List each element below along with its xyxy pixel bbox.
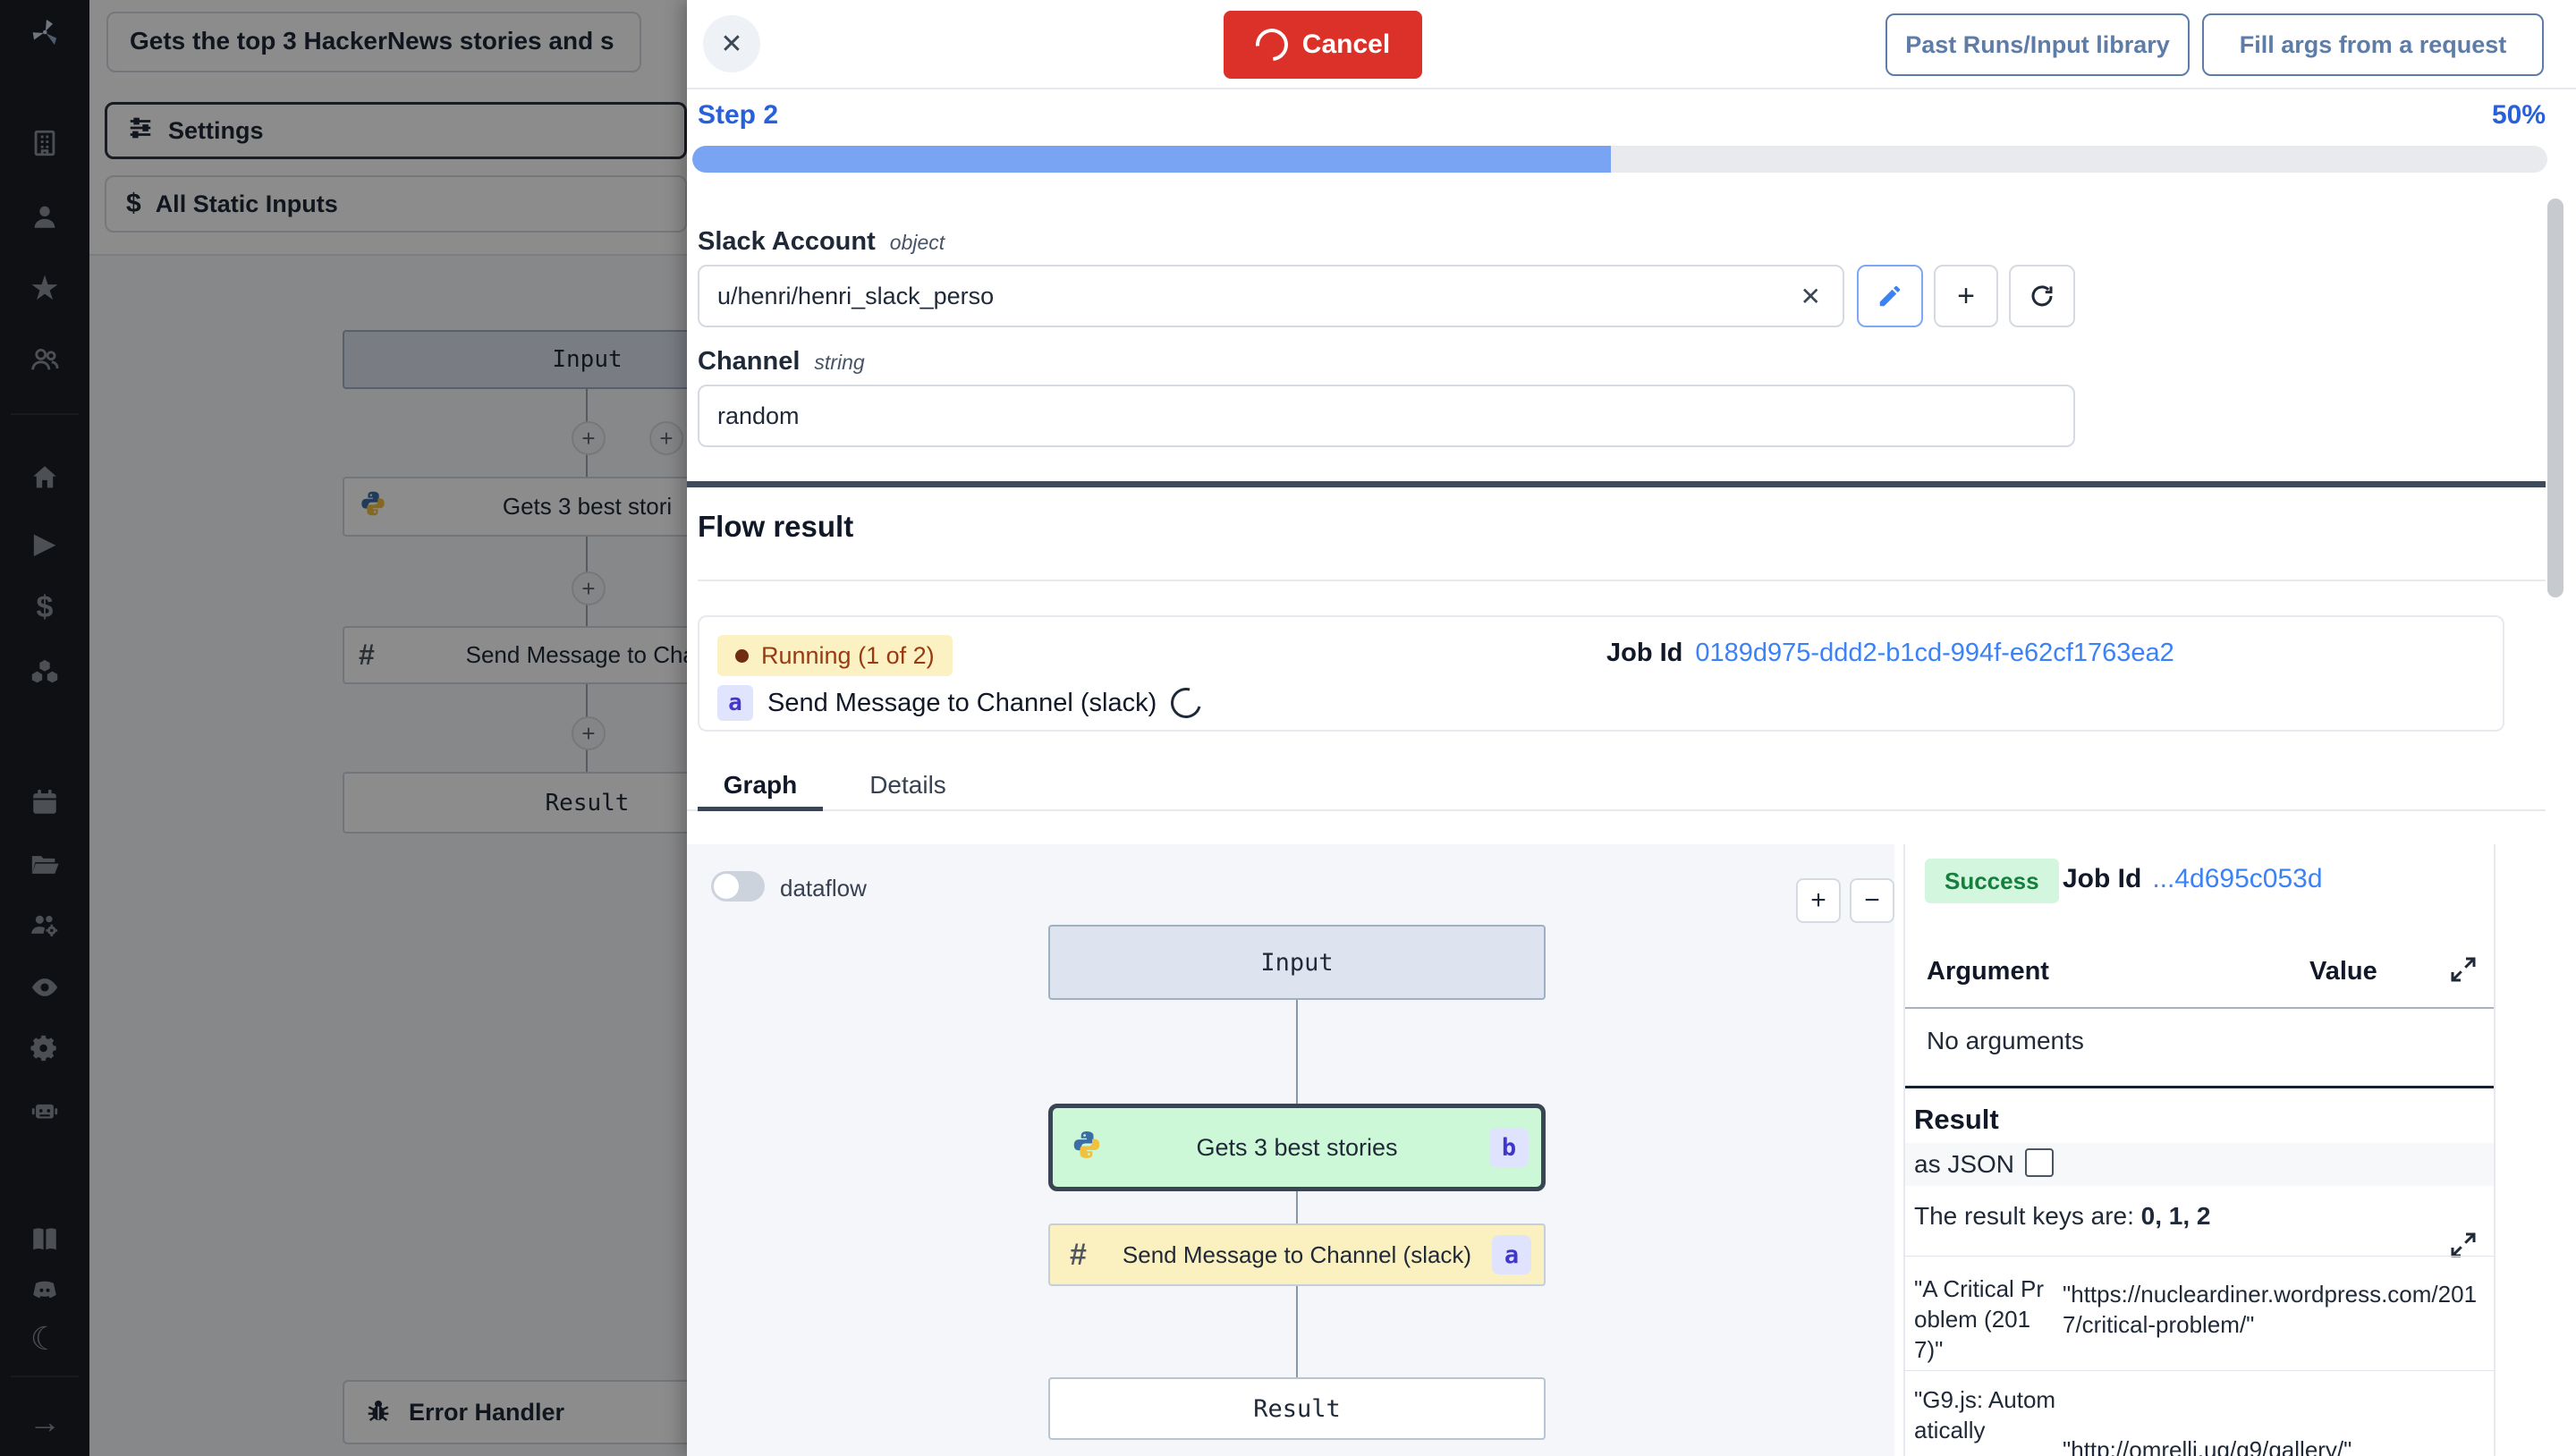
- result-row-key: "G9.js: Automatically: [1914, 1384, 2064, 1456]
- field-type: string: [814, 351, 864, 374]
- dataflow-label: dataflow: [780, 875, 867, 902]
- active-tab-underline: [698, 807, 823, 811]
- close-icon: ✕: [720, 29, 742, 60]
- current-step-row: a Send Message to Channel (slack): [717, 685, 1201, 721]
- divider: [1905, 1007, 2494, 1009]
- progress-percent: 50%: [2492, 100, 2546, 131]
- progress-fill: [692, 146, 1611, 173]
- field-type: object: [890, 231, 945, 254]
- channel-input[interactable]: random: [698, 385, 2075, 447]
- flow-result-heading: Flow result: [698, 510, 853, 544]
- tab-border: [687, 809, 2546, 811]
- result-heading: Result: [1914, 1104, 1999, 1136]
- drawer-header: ✕ Cancel Past Runs/Input library Fill ar…: [687, 0, 2576, 89]
- run-drawer: ✕ Cancel Past Runs/Input library Fill ar…: [687, 0, 2576, 1456]
- connector-line: [1296, 1000, 1298, 1107]
- job-id-link[interactable]: 0189d975-ddd2-b1cd-994f-e62cf1763ea2: [1695, 639, 2174, 668]
- slack-account-label: Slack Accountobject: [698, 227, 945, 257]
- job-id-row: Job Id ...4d695c053d: [2063, 864, 2323, 894]
- table-border: [1905, 1256, 2494, 1257]
- as-json-row: as JSON: [1905, 1143, 2494, 1186]
- result-row-value[interactable]: "http://omrelli.ug/g9/gallery/": [2063, 1435, 2494, 1456]
- slack-hash-icon: #: [1070, 1238, 1087, 1273]
- status-badge: Running (1 of 2): [717, 635, 953, 676]
- argument-header: Argument: [1927, 957, 2049, 986]
- divider-dark: [1905, 1086, 2494, 1088]
- modal-overlay[interactable]: [0, 0, 687, 1456]
- result-keys-line: The result keys are: 0, 1, 2: [1914, 1202, 2211, 1231]
- value-header: Value: [2309, 957, 2377, 986]
- fill-args-button[interactable]: Fill args from a request: [2202, 13, 2544, 76]
- table-border: [1905, 1370, 2494, 1371]
- as-json-checkbox[interactable]: [2025, 1148, 2054, 1177]
- connector-line: [1296, 1284, 1298, 1379]
- expand-icon[interactable]: [2447, 953, 2479, 990]
- graph-node-slack[interactable]: # Send Message to Channel (slack) a: [1048, 1223, 1546, 1286]
- node-badge: b: [1489, 1128, 1529, 1167]
- step-badge: a: [717, 685, 753, 721]
- tab-details[interactable]: Details: [841, 771, 975, 800]
- result-row-value[interactable]: "https://nucleardiner.wordpress.com/2017…: [2063, 1279, 2494, 1368]
- slack-account-input[interactable]: u/henri/henri_slack_perso ✕: [698, 265, 1844, 327]
- job-id-row: Job Id 0189d975-ddd2-b1cd-994f-e62cf1763…: [1606, 639, 2174, 668]
- job-result-panel: Success Job Id ...4d695c053d Argument Va…: [1903, 844, 2496, 1456]
- result-row-key: "A Critical Problem (2017)": [1914, 1274, 2055, 1368]
- connector-line: [1296, 1189, 1298, 1225]
- scrollbar[interactable]: [2547, 199, 2563, 597]
- graph-node-input[interactable]: Input: [1048, 925, 1546, 1000]
- pencil-icon: [1877, 283, 1903, 309]
- step-label: Step 2: [698, 100, 778, 131]
- refresh-button[interactable]: [2009, 265, 2075, 327]
- refresh-icon: [2029, 283, 2055, 309]
- cancel-button[interactable]: Cancel: [1224, 11, 1422, 79]
- tab-graph[interactable]: Graph: [698, 771, 823, 800]
- status-dot: [735, 649, 749, 663]
- success-badge: Success: [1925, 859, 2059, 903]
- node-badge: a: [1492, 1235, 1531, 1274]
- expand-icon[interactable]: [2447, 1229, 2479, 1266]
- python-icon: [1071, 1129, 1103, 1167]
- channel-label: Channelstring: [698, 347, 865, 377]
- app-screen: Gets the top 3 HackerNews stories and s …: [0, 0, 2576, 1456]
- edit-resource-button[interactable]: [1857, 265, 1923, 327]
- divider: [698, 580, 2546, 581]
- graph-panel[interactable]: dataflow + − Input Gets 3 best stories b…: [687, 844, 1894, 1456]
- zoom-out-button[interactable]: −: [1850, 878, 1894, 923]
- spinner-icon: [1249, 22, 1294, 68]
- add-resource-button[interactable]: +: [1934, 265, 1998, 327]
- clear-icon[interactable]: ✕: [1801, 282, 1821, 311]
- progress-bar: [692, 146, 2547, 173]
- close-button[interactable]: ✕: [703, 15, 760, 72]
- dataflow-toggle[interactable]: [711, 871, 765, 902]
- graph-node-python[interactable]: Gets 3 best stories b: [1048, 1104, 1546, 1191]
- job-id-short-link[interactable]: ...4d695c053d: [2152, 864, 2322, 894]
- zoom-in-button[interactable]: +: [1796, 878, 1841, 923]
- past-runs-button[interactable]: Past Runs/Input library: [1885, 13, 2190, 76]
- graph-node-result[interactable]: Result: [1048, 1377, 1546, 1440]
- cancel-label: Cancel: [1302, 30, 1390, 60]
- toggle-knob: [714, 874, 739, 899]
- loading-spinner-icon: [1165, 682, 1207, 724]
- flow-result-card: Running (1 of 2) Job Id 0189d975-ddd2-b1…: [698, 615, 2504, 732]
- resize-handle[interactable]: [687, 481, 2546, 487]
- no-arguments-text: No arguments: [1927, 1027, 2084, 1055]
- result-keys: 0, 1, 2: [2141, 1202, 2211, 1230]
- plus-icon: +: [1957, 279, 1975, 314]
